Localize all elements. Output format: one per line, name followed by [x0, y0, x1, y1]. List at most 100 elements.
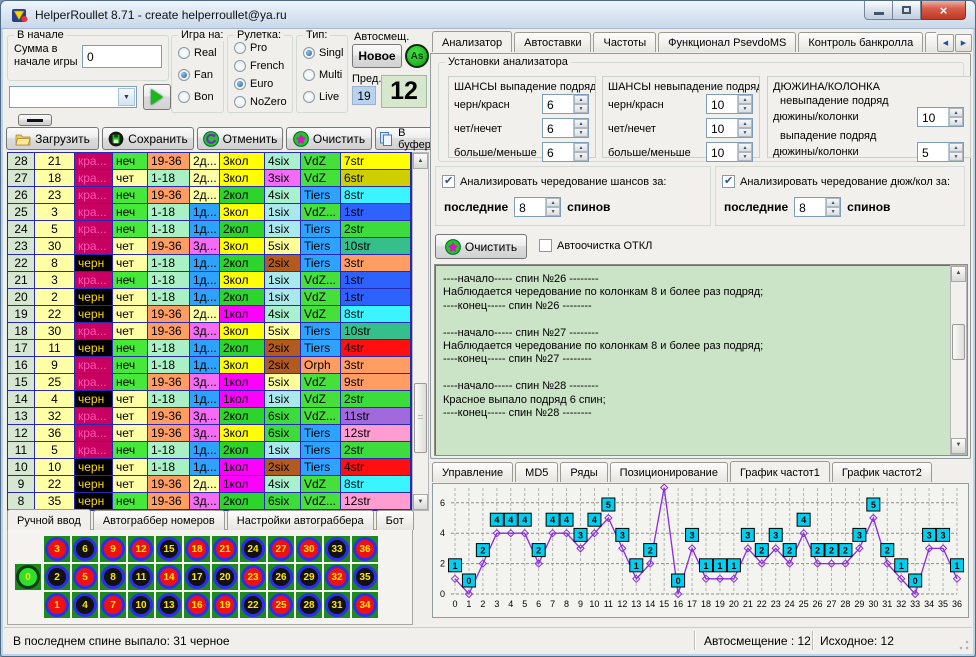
number-button-29[interactable]: 29 — [296, 564, 322, 590]
number-button-33[interactable]: 33 — [324, 536, 350, 562]
tab-analyzer-2[interactable]: Частоты — [593, 32, 656, 52]
number-button-9[interactable]: 9 — [100, 536, 126, 562]
tab-analyzer-0[interactable]: Анализатор — [432, 31, 512, 52]
number-button-26[interactable]: 26 — [268, 564, 294, 590]
sum-input[interactable]: 0 — [82, 45, 162, 68]
new-button[interactable]: Новое — [352, 44, 402, 68]
clear-log-button[interactable]: Очистить — [435, 234, 527, 259]
resize-grip[interactable] — [959, 640, 969, 650]
spin-down-icon[interactable] — [949, 117, 963, 126]
tab-analyzer-4[interactable]: Контроль банкролла — [798, 32, 923, 52]
number-button-22[interactable]: 22 — [240, 592, 266, 618]
radio-option-pro[interactable]: Pro — [234, 42, 267, 54]
number-button-21[interactable]: 21 — [212, 536, 238, 562]
high-low-miss-spinner[interactable]: 10 — [706, 142, 753, 162]
radio-option-fan[interactable]: Fan — [178, 69, 213, 81]
tab-bottom-4[interactable]: График частот1 — [730, 461, 830, 482]
spin-up-icon[interactable] — [949, 108, 963, 117]
spin-down-icon[interactable] — [826, 207, 840, 216]
save-button[interactable]: Сохранить — [102, 127, 194, 150]
alt-dozens-checkbox[interactable] — [722, 175, 735, 188]
radio-option-live[interactable]: Live — [303, 91, 339, 103]
radio-option-nozero[interactable]: NoZero — [234, 96, 287, 108]
scroll-up-icon[interactable] — [413, 153, 428, 169]
number-button-19[interactable]: 19 — [212, 592, 238, 618]
scroll-up-icon[interactable] — [951, 266, 966, 282]
radio-option-euro[interactable]: Euro — [234, 78, 273, 90]
number-button-28[interactable]: 28 — [296, 592, 322, 618]
copy-buffer-button[interactable]: В буфер — [375, 127, 434, 150]
number-button-12[interactable]: 12 — [128, 536, 154, 562]
spin-down-icon[interactable] — [738, 128, 752, 137]
log-scrollbar[interactable] — [950, 265, 967, 455]
tab-input-2[interactable]: Настройки автограббера — [227, 510, 374, 530]
as-button[interactable]: As — [405, 44, 429, 68]
tab-bottom-2[interactable]: Ряды — [560, 462, 607, 482]
spin-up-icon[interactable] — [949, 143, 963, 152]
number-button-2[interactable]: 2 — [44, 564, 70, 590]
tab-bottom-5[interactable]: График частот2 — [832, 462, 932, 482]
radio-option-singl[interactable]: Singl — [303, 47, 343, 59]
number-button-18[interactable]: 18 — [184, 536, 210, 562]
number-button-20[interactable]: 20 — [212, 564, 238, 590]
number-button-14[interactable]: 14 — [156, 564, 182, 590]
spin-down-icon[interactable] — [574, 128, 588, 137]
load-button[interactable]: Загрузить — [6, 127, 99, 150]
play-button[interactable] — [143, 84, 171, 110]
tab-bottom-3[interactable]: Позиционирование — [610, 462, 728, 482]
alt-chances-checkbox[interactable] — [442, 175, 455, 188]
number-button-35[interactable]: 35 — [352, 564, 378, 590]
number-button-4[interactable]: 4 — [72, 592, 98, 618]
tab-analyzer-5[interactable]: Колесо ру — [925, 32, 936, 52]
number-button-7[interactable]: 7 — [100, 592, 126, 618]
table-scrollbar[interactable] — [412, 152, 429, 511]
number-button-25[interactable]: 25 — [268, 592, 294, 618]
undo-button[interactable]: Отменить — [197, 127, 283, 150]
radio-option-bon[interactable]: Bon — [178, 91, 214, 103]
number-button-6[interactable]: 6 — [72, 536, 98, 562]
spin-down-icon[interactable] — [949, 152, 963, 161]
tab-analyzer-1[interactable]: Автоставки — [514, 32, 591, 52]
number-button-32[interactable]: 32 — [324, 564, 350, 590]
autoclean-checkbox[interactable] — [539, 239, 552, 252]
even-odd-hit-spinner[interactable]: 6 — [542, 118, 589, 138]
analyzer-log[interactable]: ----начало----- спин №26 --------Наблюда… — [434, 264, 968, 456]
number-button-8[interactable]: 8 — [100, 564, 126, 590]
number-button-10[interactable]: 10 — [128, 592, 154, 618]
spin-up-icon[interactable] — [738, 95, 752, 104]
number-button-30[interactable]: 30 — [296, 536, 322, 562]
scrollbar-thumb[interactable] — [414, 383, 427, 453]
number-button-34[interactable]: 34 — [352, 592, 378, 618]
high-low-hit-spinner[interactable]: 6 — [542, 142, 589, 162]
number-button-3[interactable]: 3 — [44, 536, 70, 562]
tab-input-1[interactable]: Автограббер номеров — [93, 510, 225, 530]
collapse-button[interactable] — [18, 114, 52, 126]
maximize-button[interactable] — [893, 1, 921, 20]
number-button-17[interactable]: 17 — [184, 564, 210, 590]
number-button-0[interactable]: 0 — [15, 564, 41, 590]
black-red-hit-spinner[interactable]: 6 — [542, 94, 589, 114]
spin-down-icon[interactable] — [574, 152, 588, 161]
alt-chances-spins-spinner[interactable]: 8 — [514, 197, 561, 217]
tab-analyzer-3[interactable]: Функционал PsevdoMS — [658, 32, 796, 52]
number-button-5[interactable]: 5 — [72, 564, 98, 590]
tab-input-0[interactable]: Ручной ввод — [7, 509, 91, 530]
radio-option-real[interactable]: Real — [178, 47, 217, 59]
tabs-scroll-right-icon[interactable] — [955, 34, 972, 52]
dozen-hit-spinner[interactable]: 5 — [917, 142, 964, 162]
alt-dozens-spins-spinner[interactable]: 8 — [794, 197, 841, 217]
history-combobox[interactable] — [9, 86, 137, 108]
number-button-1[interactable]: 1 — [44, 592, 70, 618]
number-button-31[interactable]: 31 — [324, 592, 350, 618]
radio-option-french[interactable]: French — [234, 60, 284, 72]
spin-up-icon[interactable] — [574, 95, 588, 104]
scroll-down-icon[interactable] — [413, 494, 428, 510]
tab-input-3[interactable]: Бот — [376, 510, 414, 530]
scrollbar-thumb[interactable] — [952, 324, 965, 360]
black-red-miss-spinner[interactable]: 10 — [706, 94, 753, 114]
number-button-11[interactable]: 11 — [128, 564, 154, 590]
spin-up-icon[interactable] — [826, 198, 840, 207]
spin-up-icon[interactable] — [574, 119, 588, 128]
spin-up-icon[interactable] — [546, 198, 560, 207]
spin-up-icon[interactable] — [738, 143, 752, 152]
